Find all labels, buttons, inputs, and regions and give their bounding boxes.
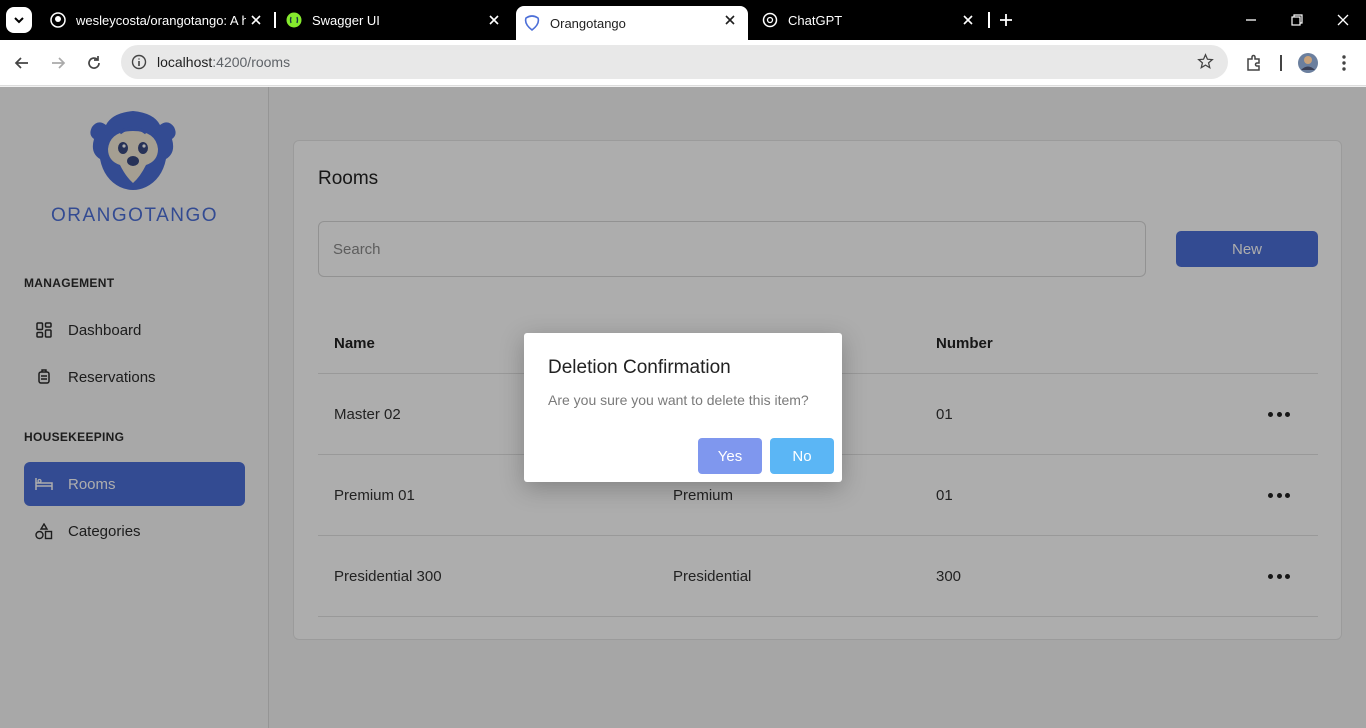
tab-title: Orangotango: [550, 15, 626, 31]
minimize-button[interactable]: [1241, 10, 1261, 30]
github-icon: [50, 12, 66, 28]
dialog-title: Deletion Confirmation: [548, 357, 731, 378]
tab-title: ChatGPT: [788, 12, 843, 28]
url-host: localhost: [157, 54, 213, 70]
plus-icon: [1000, 14, 1012, 26]
more-vertical-icon: [1342, 55, 1346, 71]
browser-tab-strip: wesleycosta/orangotango: A ho Swagger UI…: [0, 0, 1366, 40]
tab-separator: [274, 12, 276, 28]
minimize-icon: [1246, 19, 1256, 21]
swagger-icon: [286, 12, 302, 28]
close-icon: [1337, 14, 1349, 26]
puzzle-icon: [1247, 54, 1260, 71]
tab-swagger[interactable]: Swagger UI: [278, 0, 512, 40]
tab-github[interactable]: wesleycosta/orangotango: A ho: [40, 0, 274, 40]
chatgpt-icon: [762, 12, 778, 28]
tab-orangotango[interactable]: Orangotango: [516, 6, 748, 40]
bookmark-star-icon[interactable]: [1197, 53, 1214, 75]
close-tab-icon[interactable]: [960, 12, 976, 28]
close-window-button[interactable]: [1333, 10, 1353, 30]
tab-separator: [988, 12, 990, 28]
close-tab-icon[interactable]: [722, 12, 738, 28]
arrow-right-icon: [52, 57, 66, 69]
extensions-button[interactable]: [1243, 52, 1265, 74]
back-button[interactable]: [11, 52, 33, 74]
toolbar-separator: [1280, 55, 1282, 71]
new-tab-button[interactable]: [996, 10, 1016, 30]
address-bar[interactable]: localhost:4200/rooms: [121, 45, 1228, 79]
dialog-message: Are you sure you want to delete this ite…: [548, 392, 809, 408]
profile-avatar[interactable]: [1297, 52, 1319, 74]
arrow-left-icon: [14, 57, 28, 69]
chevron-down-icon: [14, 17, 24, 24]
browser-menu-button[interactable]: [1333, 52, 1355, 74]
tab-chatgpt[interactable]: ChatGPT: [752, 0, 986, 40]
url-text: localhost:4200/rooms: [157, 54, 290, 70]
browser-toolbar: localhost:4200/rooms: [0, 40, 1366, 86]
reload-button[interactable]: [83, 52, 105, 74]
reload-icon: [88, 56, 100, 69]
forward-button[interactable]: [47, 52, 69, 74]
restore-button[interactable]: [1287, 10, 1307, 30]
close-tab-icon[interactable]: [486, 12, 502, 28]
orangotango-favicon: [524, 15, 540, 31]
close-tab-icon[interactable]: [248, 12, 264, 28]
site-info-icon[interactable]: [131, 54, 147, 75]
confirm-no-button[interactable]: No: [770, 438, 834, 474]
avatar-icon: [1298, 53, 1318, 73]
restore-icon: [1291, 14, 1303, 26]
tab-title: wesleycosta/orangotango: A ho: [76, 12, 246, 28]
delete-confirmation-dialog: Deletion Confirmation Are you sure you w…: [524, 333, 842, 482]
url-path: :4200/rooms: [212, 54, 291, 70]
confirm-yes-button[interactable]: Yes: [698, 438, 762, 474]
tab-title: Swagger UI: [312, 12, 380, 28]
tab-search-button[interactable]: [6, 7, 32, 33]
